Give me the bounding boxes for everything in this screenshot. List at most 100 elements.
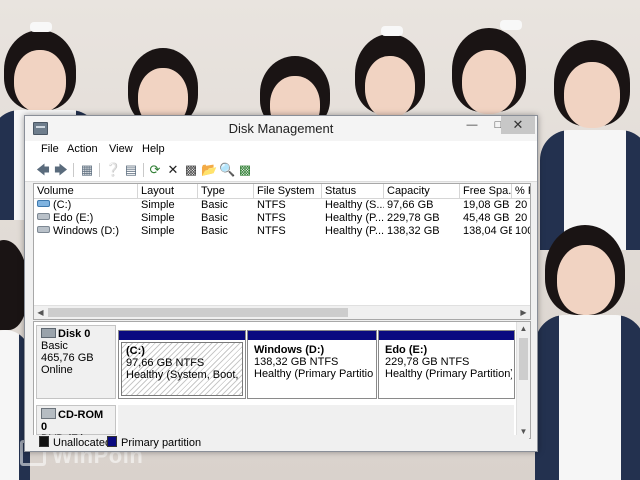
volume-cell: Windows (D:)	[34, 225, 138, 238]
type-cell: Basic	[201, 212, 228, 224]
legend-label: Primary partition	[121, 437, 202, 449]
partition-e[interactable]: Edo (E:) 229,78 GB NTFS Healthy (Primary…	[378, 330, 515, 399]
cdrom-0-label[interactable]: CD-ROM 0 DVD (F:)	[36, 405, 116, 438]
column-header-status[interactable]: Status	[322, 184, 384, 198]
disk-size: 465,76 GB	[41, 352, 94, 364]
percent-free-cell: 20	[515, 199, 528, 211]
free-space-cell: 45,48 GB	[463, 212, 510, 224]
disk-name: Disk 0	[58, 328, 91, 340]
volume-cell: (C:)	[34, 199, 138, 212]
console-tree-icon[interactable]: ▦	[79, 162, 95, 178]
partition-status: Healthy (System, Boot, Pag	[126, 369, 242, 381]
partition-c[interactable]: (C:) 97,66 GB NTFS Healthy (System, Boot…	[118, 330, 246, 399]
partition-name: (C:)	[126, 345, 145, 357]
properties-icon[interactable]: ▤	[123, 162, 139, 178]
disk-state: Online	[41, 364, 73, 376]
column-header-file-system[interactable]: File System	[254, 184, 322, 198]
legend-label: Unallocated	[53, 437, 112, 449]
percent-free-cell: 100	[515, 225, 530, 237]
close-button[interactable]: ✕	[501, 116, 535, 134]
type-cell: Basic	[201, 225, 228, 237]
drive-icon	[37, 226, 50, 233]
partition-size: 138,32 GB NTFS	[254, 356, 339, 368]
hard-disk-icon	[41, 328, 56, 338]
toolbar: 🡄 🡆 ▦ ❔ ▤ ⟳ ✕ ▩ 📂 🔍 ▩	[25, 159, 537, 182]
back-icon[interactable]: 🡄	[35, 162, 51, 178]
delete-icon[interactable]: ✕	[165, 162, 181, 178]
capacity-cell: 138,32 GB	[387, 225, 440, 237]
volume-name: Windows (D:)	[53, 225, 120, 237]
minimize-button[interactable]: —	[459, 116, 485, 134]
horizontal-scrollbar[interactable]: ◀ ▶	[34, 305, 530, 319]
volume-cell: Edo (E:)	[34, 212, 138, 225]
disk-graphical-view: Disk 0 Basic 465,76 GB Online (C:) 97,66…	[33, 321, 531, 439]
legend-primary-partition: Primary partition	[107, 436, 201, 449]
percent-free-cell: 20	[515, 212, 528, 224]
legend: Unallocated Primary partition	[33, 435, 529, 449]
dvd-drive-icon	[41, 408, 56, 419]
status-cell: Healthy (P...	[325, 212, 384, 224]
cdrom-media-area[interactable]	[118, 405, 514, 435]
menu-view[interactable]: View	[109, 143, 133, 155]
volume-row[interactable]: Edo (E:) Simple Basic NTFS Healthy (P...…	[34, 212, 530, 225]
volume-list-header: Volume Layout Type File System Status Ca…	[34, 184, 530, 199]
scroll-right-icon[interactable]: ▶	[517, 306, 530, 319]
unallocated-swatch	[39, 436, 49, 447]
title-bar[interactable]: Disk Management — □ ✕	[25, 116, 537, 141]
legend-unallocated: Unallocated	[39, 436, 111, 449]
primary-partition-swatch	[107, 436, 117, 447]
scrollbar-thumb[interactable]	[48, 308, 348, 317]
layout-cell: Simple	[141, 225, 175, 237]
menu-help[interactable]: Help	[142, 143, 165, 155]
menu-file[interactable]: File	[41, 143, 59, 155]
column-header-type[interactable]: Type	[198, 184, 254, 198]
wallpaper-figure	[440, 10, 550, 120]
capacity-cell: 97,66 GB	[387, 199, 434, 211]
column-header-volume[interactable]: Volume	[34, 184, 138, 198]
search-icon[interactable]: 🔍	[219, 162, 235, 178]
toolbar-separator	[143, 163, 144, 177]
scroll-left-icon[interactable]: ◀	[34, 306, 47, 319]
volume-list: Volume Layout Type File System Status Ca…	[33, 183, 531, 320]
refresh-icon[interactable]: ⟳	[147, 162, 163, 178]
partition-status: Healthy (Primary Partition)	[385, 368, 512, 380]
column-header-free-space[interactable]: Free Spa...	[460, 184, 512, 198]
partition-name: Windows (D:)	[254, 344, 325, 356]
status-cell: Healthy (P...	[325, 225, 384, 237]
format-icon[interactable]: ▩	[237, 162, 253, 178]
forward-icon[interactable]: 🡆	[53, 162, 69, 178]
file-system-cell: NTFS	[257, 212, 286, 224]
volume-name: (C:)	[53, 199, 72, 211]
file-system-cell: NTFS	[257, 199, 286, 211]
volume-row[interactable]: Windows (D:) Simple Basic NTFS Healthy (…	[34, 225, 530, 238]
drive-icon	[37, 200, 50, 207]
wallpaper-figure	[345, 20, 445, 120]
help-icon[interactable]: ❔	[105, 162, 121, 178]
volume-row[interactable]: (C:) Simple Basic NTFS Healthy (S... 97,…	[34, 199, 530, 212]
scrollbar-thumb[interactable]	[519, 338, 528, 380]
column-header-capacity[interactable]: Capacity	[384, 184, 460, 198]
menu-bar: File Action View Help	[25, 141, 537, 159]
drive-icon	[37, 213, 50, 220]
layout-cell: Simple	[141, 212, 175, 224]
partition-bar	[379, 331, 514, 340]
column-header-percent-free[interactable]: % F	[512, 184, 530, 198]
wallpaper-figure	[535, 215, 640, 480]
partition-name: Edo (E:)	[385, 344, 428, 356]
menu-action[interactable]: Action	[67, 143, 98, 155]
column-header-layout[interactable]: Layout	[138, 184, 198, 198]
partition-bar	[119, 331, 245, 340]
partition-bar	[248, 331, 376, 340]
partition-status: Healthy (Primary Partition)	[254, 368, 374, 380]
vertical-scrollbar[interactable]: ▲ ▼	[516, 322, 530, 438]
partition-d[interactable]: Windows (D:) 138,32 GB NTFS Healthy (Pri…	[247, 330, 377, 399]
disk-management-window: Disk Management — □ ✕ File Action View H…	[24, 115, 538, 452]
scroll-up-icon[interactable]: ▲	[517, 322, 530, 335]
connect-icon[interactable]: ▩	[183, 162, 199, 178]
toolbar-separator	[99, 163, 100, 177]
open-folder-icon[interactable]: 📂	[201, 162, 217, 178]
free-space-cell: 19,08 GB	[463, 199, 510, 211]
wallpaper-figure	[540, 30, 640, 250]
type-cell: Basic	[201, 199, 228, 211]
disk-0-label[interactable]: Disk 0 Basic 465,76 GB Online	[36, 325, 116, 399]
